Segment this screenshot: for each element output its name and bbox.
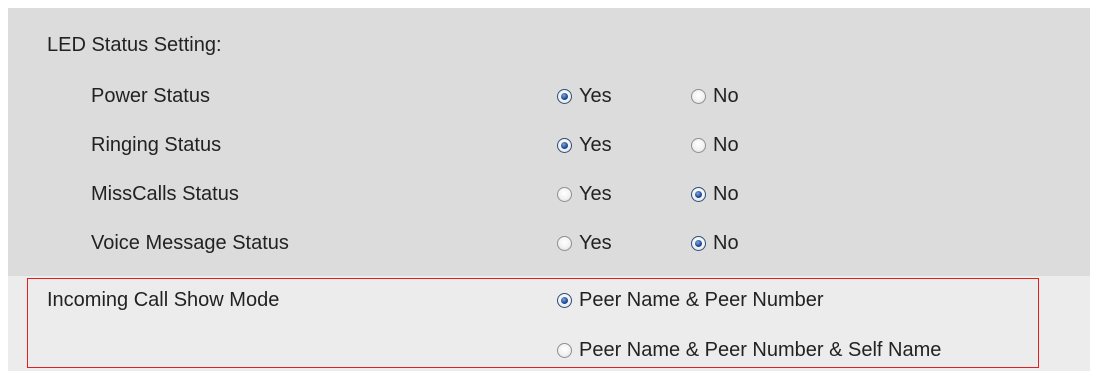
- ringing-status-no-label: No: [713, 134, 739, 156]
- voice-message-status-label: Voice Message Status: [91, 232, 289, 254]
- ringing-status-yes-radio[interactable]: [557, 137, 572, 153]
- misscalls-status-label: MissCalls Status: [91, 183, 239, 205]
- power-status-label: Power Status: [91, 85, 210, 107]
- incoming-call-option-1-label: Peer Name & Peer Number & Self Name: [579, 339, 942, 361]
- misscalls-status-yes-label: Yes: [579, 183, 612, 205]
- voice-message-status-yes-radio[interactable]: [557, 235, 572, 251]
- voice-message-status-no-option[interactable]: No: [691, 231, 739, 255]
- power-status-yes-option[interactable]: Yes: [557, 84, 612, 108]
- incoming-call-show-mode-label: Incoming Call Show Mode: [47, 289, 280, 311]
- voice-message-status-no-radio[interactable]: [691, 235, 706, 251]
- power-status-yes-radio[interactable]: [557, 88, 572, 104]
- misscalls-status-yes-radio[interactable]: [557, 186, 572, 202]
- ringing-status-no-radio[interactable]: [691, 137, 706, 153]
- voice-message-status-no-label: No: [713, 232, 739, 254]
- misscalls-status-no-radio[interactable]: [691, 186, 706, 202]
- voice-message-status-yes-label: Yes: [579, 232, 612, 254]
- incoming-call-option-0-radio[interactable]: [557, 292, 572, 308]
- incoming-call-option-1-radio[interactable]: [557, 342, 572, 358]
- power-status-no-option[interactable]: No: [691, 84, 739, 108]
- misscalls-status-no-option[interactable]: No: [691, 182, 739, 206]
- incoming-call-option-0-label: Peer Name & Peer Number: [579, 289, 824, 311]
- incoming-call-option-peer-name-number[interactable]: Peer Name & Peer Number: [557, 288, 824, 312]
- ringing-status-yes-label: Yes: [579, 134, 612, 156]
- ringing-status-label: Ringing Status: [91, 134, 222, 156]
- misscalls-status-no-label: No: [713, 183, 739, 205]
- power-status-no-radio[interactable]: [691, 88, 706, 104]
- voice-message-status-yes-option[interactable]: Yes: [557, 231, 612, 255]
- power-status-yes-label: Yes: [579, 85, 612, 107]
- led-section-title: LED Status Setting:: [47, 34, 222, 56]
- ringing-status-no-option[interactable]: No: [691, 133, 739, 157]
- ringing-status-yes-option[interactable]: Yes: [557, 133, 612, 157]
- incoming-call-option-peer-name-number-self[interactable]: Peer Name & Peer Number & Self Name: [557, 338, 941, 362]
- power-status-no-label: No: [713, 85, 739, 107]
- misscalls-status-yes-option[interactable]: Yes: [557, 182, 612, 206]
